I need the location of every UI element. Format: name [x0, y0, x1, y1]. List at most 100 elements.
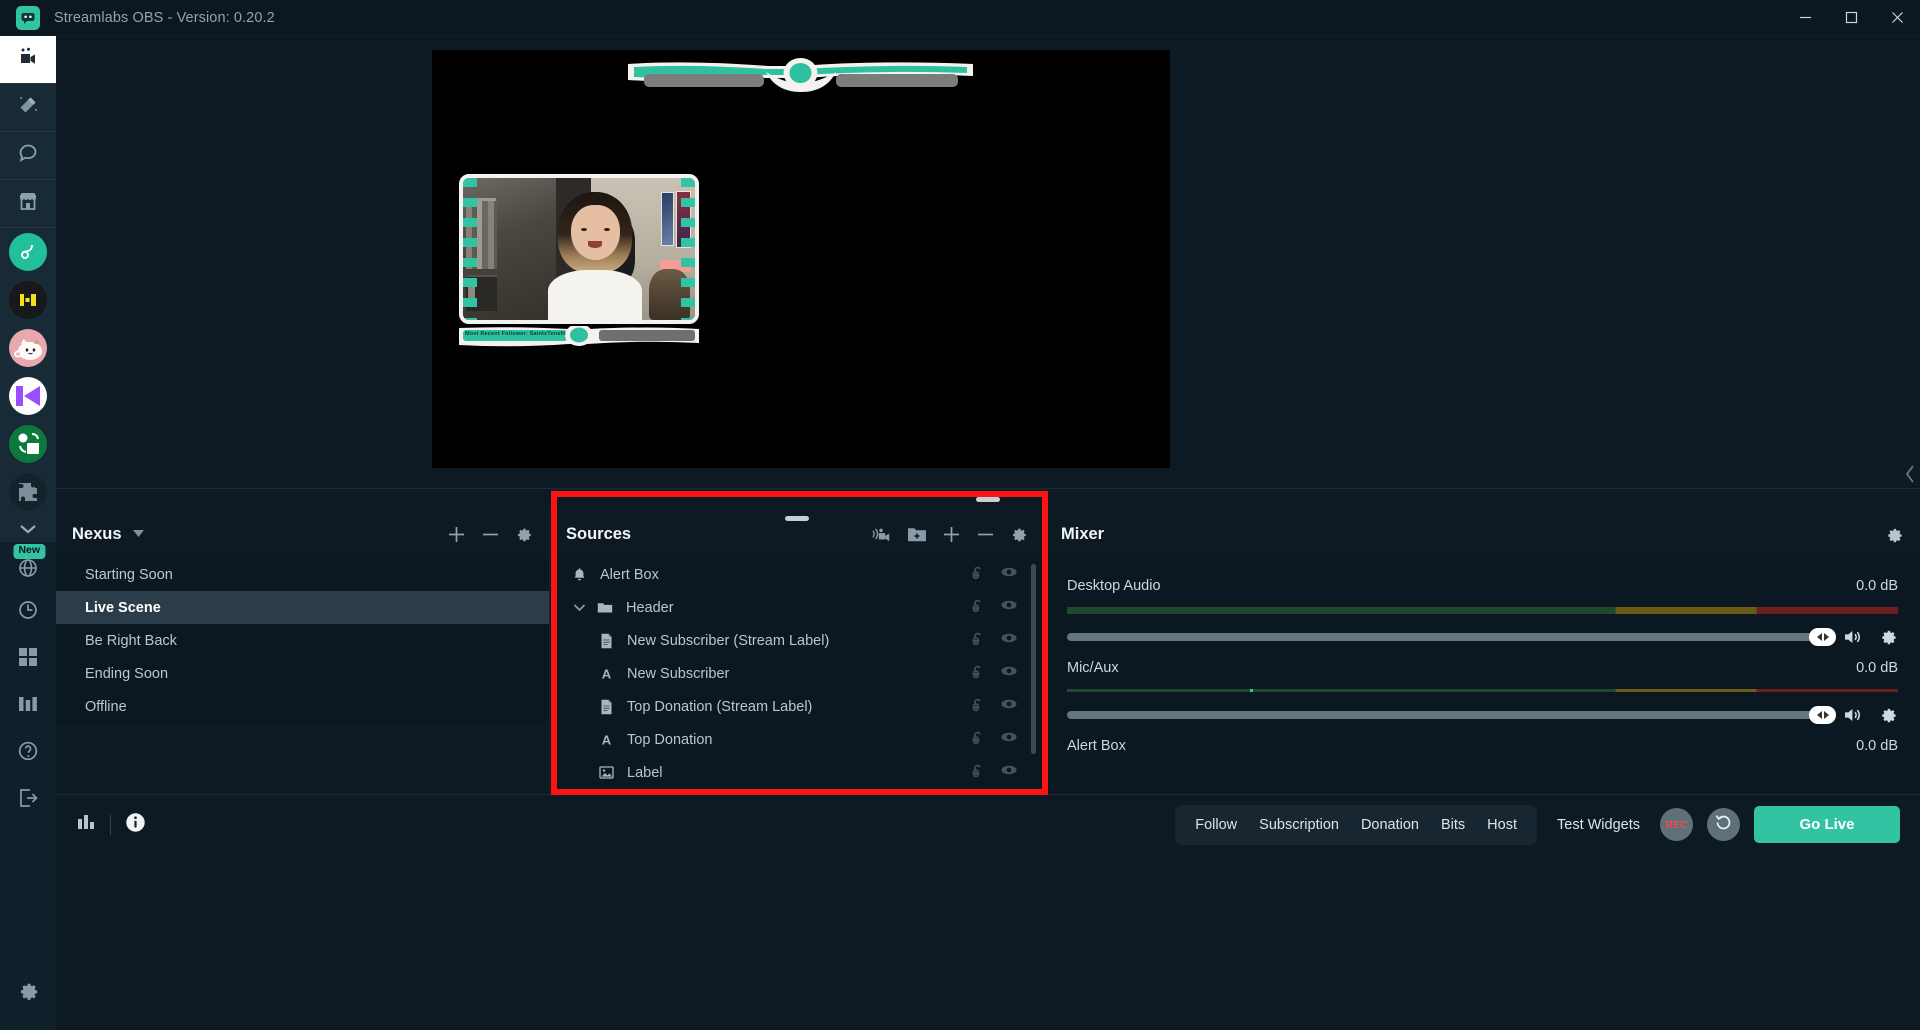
scene-list[interactable]: Starting Soon Live Scene Be Right Back E… [56, 558, 549, 794]
speaker-icon[interactable] [1843, 706, 1863, 724]
unlock-icon[interactable] [970, 664, 986, 684]
sidebar-item-cloudbot[interactable] [0, 132, 56, 179]
mixer-channel-db[interactable]: 0.0 dB [1856, 578, 1898, 594]
eye-icon[interactable] [1000, 565, 1018, 585]
unlock-icon[interactable] [970, 730, 986, 750]
speaker-camera-icon[interactable] [871, 525, 892, 543]
sidebar-item-logout[interactable] [0, 777, 56, 824]
white-sweater [548, 270, 642, 320]
scene-label: Offline [85, 698, 127, 715]
drag-handle[interactable] [976, 497, 1000, 502]
add-source-plus-icon[interactable] [942, 525, 961, 544]
bar-chart-icon[interactable] [76, 813, 96, 836]
green-widget-icon [9, 425, 47, 463]
mixer-channel-db[interactable]: 0.0 dB [1856, 660, 1898, 676]
source-row[interactable]: A New Subscriber [550, 657, 1044, 690]
test-donation-button[interactable]: Donation [1361, 817, 1419, 833]
sidebar-item-layout-editor[interactable] [0, 636, 56, 683]
sidebar-item-settings[interactable] [0, 969, 56, 1016]
sidebar-item-stream-stats[interactable] [0, 683, 56, 730]
rail-top-group [0, 36, 56, 542]
scene-item[interactable]: Starting Soon [56, 558, 549, 591]
sidebar-item-browse[interactable]: New [0, 542, 56, 589]
replay-buffer-button[interactable] [1707, 808, 1740, 841]
info-circle-icon[interactable] [125, 812, 146, 838]
volume-slider-knob[interactable] [1809, 705, 1836, 724]
go-live-button[interactable]: Go Live [1754, 806, 1900, 843]
app-kick[interactable] [0, 372, 56, 420]
channel-settings-gear-icon[interactable] [1879, 627, 1898, 646]
app-cat[interactable] [0, 324, 56, 372]
minimize-icon[interactable] [1782, 0, 1828, 36]
question-circle-icon [17, 740, 39, 767]
volume-slider[interactable] [1067, 705, 1836, 724]
source-row[interactable]: Top Donation (Stream Label) [550, 690, 1044, 723]
channel-settings-gear-icon[interactable] [1879, 705, 1898, 724]
scene-item[interactable]: Offline [56, 690, 549, 723]
sidebar-item-recent-events[interactable] [0, 589, 56, 636]
test-bits-button[interactable]: Bits [1441, 817, 1465, 833]
scene-item[interactable]: Ending Soon [56, 657, 549, 690]
folder-plus-icon[interactable] [907, 525, 927, 543]
source-row[interactable]: Label [550, 756, 1044, 789]
add-scene-plus-icon[interactable] [447, 525, 466, 544]
unlock-icon[interactable] [970, 697, 986, 717]
preview-dock-divider[interactable] [56, 488, 1920, 510]
scene-collection-name[interactable]: Nexus [72, 525, 122, 544]
window-controls [1782, 0, 1920, 36]
test-widgets-button[interactable]: Test Widgets [1557, 817, 1640, 833]
eye-left [580, 228, 587, 232]
app-puzzle[interactable] [0, 468, 56, 516]
close-icon[interactable] [1874, 0, 1920, 36]
unlock-icon[interactable] [970, 631, 986, 651]
expand-apps-chevron-down-icon[interactable] [0, 516, 56, 542]
source-properties-gear-icon[interactable] [1010, 525, 1028, 543]
unlock-icon[interactable] [970, 598, 986, 618]
eye-icon[interactable] [1000, 664, 1018, 684]
volume-slider[interactable] [1067, 627, 1836, 646]
source-row[interactable]: A Top Donation [550, 723, 1044, 756]
chevron-down-icon[interactable] [566, 603, 592, 612]
gear-icon [17, 979, 40, 1007]
remove-scene-minus-icon[interactable] [481, 525, 500, 544]
source-row-folder[interactable]: Header [550, 591, 1044, 624]
source-list[interactable]: Alert Box Header New Subscriber (Stream … [550, 558, 1044, 794]
stripe-left [463, 178, 477, 320]
app-muxy[interactable] [0, 276, 56, 324]
sidebar-item-help[interactable] [0, 730, 56, 777]
eye-icon[interactable] [1000, 697, 1018, 717]
sidebar-item-themes[interactable] [0, 84, 56, 131]
sidebar-item-app-store[interactable] [0, 180, 56, 227]
eye-icon[interactable] [1000, 598, 1018, 618]
stream-preview-canvas[interactable]: Most Recent Follower: SaintxTenshi [432, 50, 1170, 468]
mixer-title: Mixer [1061, 524, 1105, 543]
mixer-settings-gear-icon[interactable] [1885, 525, 1904, 544]
test-host-button[interactable]: Host [1487, 817, 1517, 833]
speaker-icon[interactable] [1843, 628, 1863, 646]
eye-icon[interactable] [1000, 631, 1018, 651]
eye-icon[interactable] [1000, 730, 1018, 750]
caret-down-icon[interactable] [132, 525, 145, 543]
remove-source-minus-icon[interactable] [976, 525, 995, 544]
webcam-source[interactable] [459, 174, 699, 324]
scene-item-selected[interactable]: Live Scene [56, 591, 549, 624]
maximize-icon[interactable] [1828, 0, 1874, 36]
overlay-top-banner [628, 58, 973, 100]
test-subscription-button[interactable]: Subscription [1259, 817, 1339, 833]
volume-slider-knob[interactable] [1809, 627, 1836, 646]
unlock-icon[interactable] [970, 565, 986, 585]
scene-settings-gear-icon[interactable] [515, 525, 533, 543]
app-streamlabs[interactable] [0, 228, 56, 276]
toolbar-divider [110, 814, 111, 835]
sidebar-item-editor[interactable] [0, 36, 56, 83]
mixer-channel-db[interactable]: 0.0 dB [1856, 738, 1898, 754]
unlock-icon[interactable] [970, 763, 986, 783]
scene-item[interactable]: Be Right Back [56, 624, 549, 657]
source-row[interactable]: Alert Box [550, 558, 1044, 591]
sources-scrollbar[interactable] [1031, 564, 1036, 754]
app-green-widget[interactable] [0, 420, 56, 468]
record-button[interactable]: REC [1660, 808, 1693, 841]
eye-icon[interactable] [1000, 763, 1018, 783]
source-row[interactable]: New Subscriber (Stream Label) [550, 624, 1044, 657]
test-follow-button[interactable]: Follow [1195, 817, 1237, 833]
